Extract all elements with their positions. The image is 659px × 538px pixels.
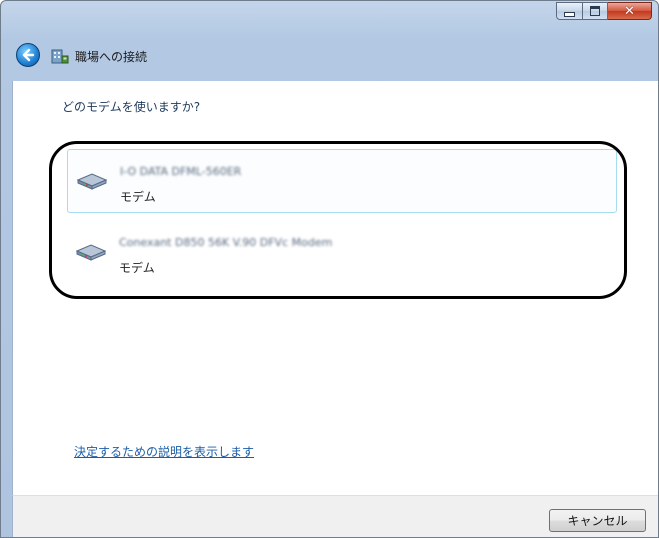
minimize-button[interactable] [556, 2, 583, 20]
window-controls: ✕ [556, 2, 652, 20]
modem-type-label: モデム [119, 261, 155, 275]
network-connection-icon [51, 49, 69, 64]
modem-option-2[interactable]: Conexant D850 56K V.90 DFVc Modem モデム [67, 221, 617, 285]
minimize-icon [564, 11, 575, 17]
modem-name: I-O DATA DFML-560ER [120, 165, 242, 178]
wizard-footer: キャンセル [12, 495, 658, 537]
modem-option-1[interactable]: I-O DATA DFML-560ER モデム [67, 149, 617, 213]
modem-name: Conexant D850 56K V.90 DFVc Modem [119, 236, 333, 249]
window-title: 職場への接続 [75, 50, 148, 64]
maximize-button[interactable] [583, 2, 608, 20]
maximize-icon [590, 6, 600, 16]
modem-prompt: どのモデムを使いますか? [62, 100, 201, 114]
modem-icon [76, 173, 108, 190]
title-bar: ✕ 職場への接続 [1, 1, 658, 81]
connect-to-workplace-window: ✕ 職場への接続 どのモデムを使いますか? I-O DATA DFML-560E… [0, 0, 659, 538]
modem-type-label: モデム [120, 190, 156, 204]
cancel-button[interactable]: キャンセル [549, 509, 646, 532]
back-arrow-icon [22, 48, 35, 62]
help-link[interactable]: 決定するための説明を表示します [74, 443, 254, 460]
wizard-content: どのモデムを使いますか? I-O DATA DFML-560ER モデム Con… [12, 81, 658, 495]
back-button[interactable] [16, 43, 40, 67]
close-icon: ✕ [624, 3, 635, 19]
modem-icon [75, 244, 107, 261]
close-button[interactable]: ✕ [608, 2, 652, 20]
